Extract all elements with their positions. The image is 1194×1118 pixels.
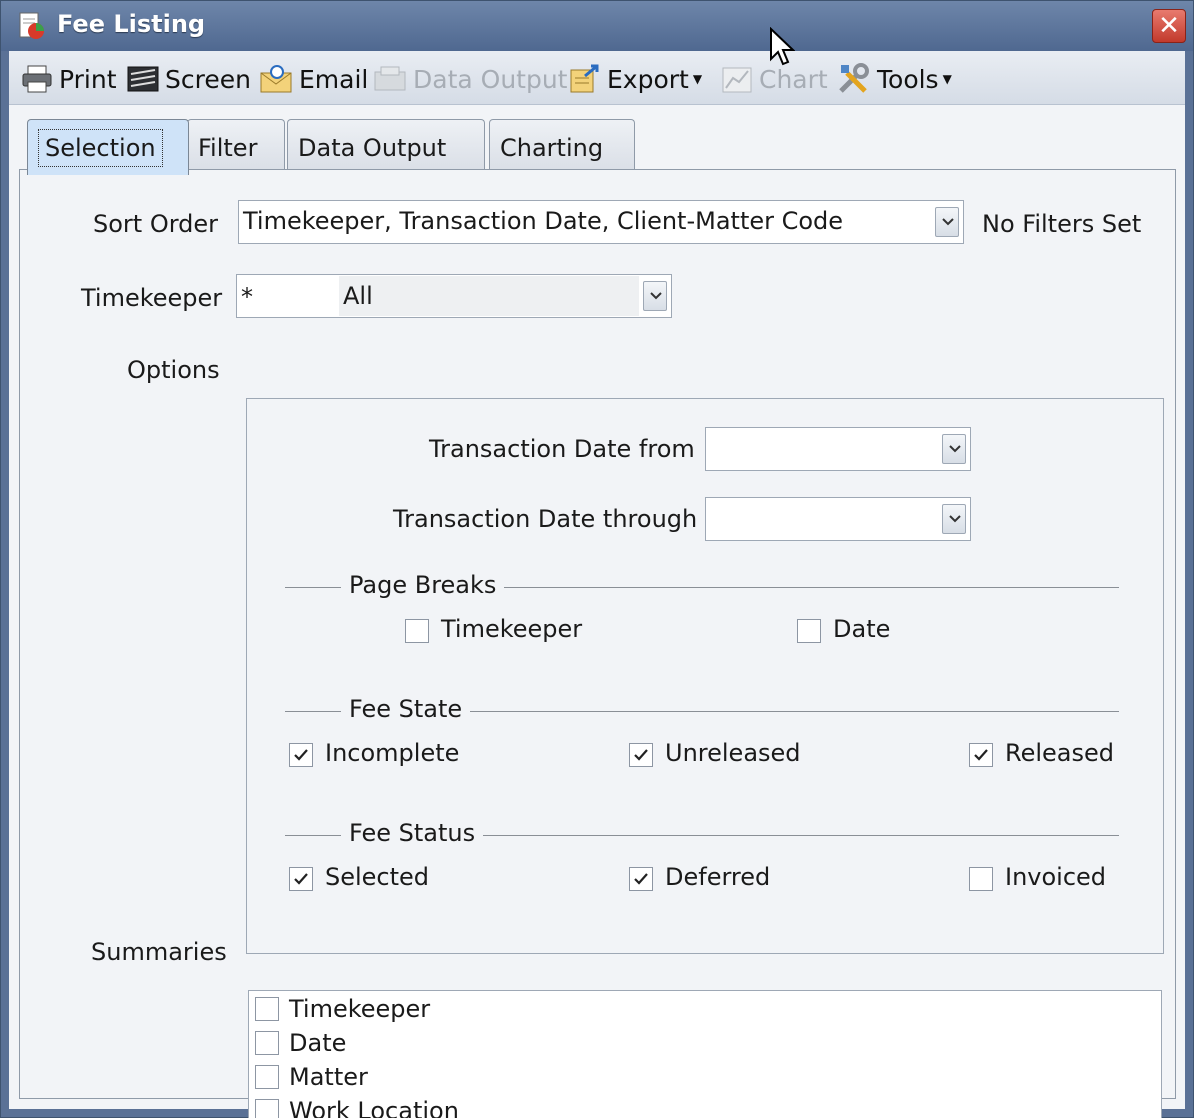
fee-status-invoiced-label: Invoiced xyxy=(1005,863,1107,891)
summary-timekeeper-checkbox[interactable] xyxy=(255,997,279,1021)
tab-selection-label: Selection xyxy=(38,129,163,167)
export-button[interactable]: Export ▼ xyxy=(569,61,702,97)
checkmark-icon xyxy=(634,749,648,761)
page-break-timekeeper-label: Timekeeper xyxy=(441,615,583,643)
checkmark-icon xyxy=(634,873,648,885)
fee-state-unreleased-label: Unreleased xyxy=(665,739,801,767)
sort-order-dropdown-button[interactable] xyxy=(935,207,959,237)
options-group: Transaction Date from Transaction Date t… xyxy=(246,398,1164,954)
timekeeper-name: All xyxy=(343,282,373,310)
options-label: Options xyxy=(127,356,220,384)
export-icon xyxy=(570,64,599,93)
tab-data-output-label: Data Output xyxy=(298,134,447,162)
timekeeper-combo[interactable]: * All xyxy=(236,274,672,318)
fee-state-released-label: Released xyxy=(1005,739,1115,767)
mouse-cursor-icon xyxy=(770,27,795,66)
tools-icon xyxy=(839,63,869,93)
tab-filter-label: Filter xyxy=(198,134,258,162)
sort-order-combo[interactable]: Timekeeper, Transaction Date, Client-Mat… xyxy=(238,200,964,244)
window-title: Fee Listing xyxy=(57,10,206,38)
fee-status-selected-label: Selected xyxy=(325,863,430,891)
fee-state-released-checkbox[interactable] xyxy=(969,743,993,767)
checkmark-icon xyxy=(294,873,308,885)
close-button[interactable]: ✕ xyxy=(1152,9,1186,43)
title-bar[interactable]: Fee Listing ✕ xyxy=(1,1,1193,51)
tab-data-output[interactable]: Data Output xyxy=(287,119,485,173)
fee-status-title: Fee Status xyxy=(341,819,484,847)
report-app-icon xyxy=(19,12,44,39)
toolbar: Print Screen Email Data Output Export ▼ … xyxy=(9,51,1185,105)
chevron-down-icon: ▼ xyxy=(942,72,952,86)
page-break-date-checkbox[interactable] xyxy=(797,619,821,643)
date-through-label: Transaction Date through xyxy=(393,505,698,533)
data-output-icon xyxy=(374,66,406,91)
fee-state-incomplete-label: Incomplete xyxy=(325,739,460,767)
sort-order-label: Sort Order xyxy=(93,210,219,238)
checkmark-icon xyxy=(294,749,308,761)
screen-icon xyxy=(127,66,159,92)
summaries-label: Summaries xyxy=(91,938,227,966)
chevron-down-icon xyxy=(949,445,961,453)
date-through-dropdown-button[interactable] xyxy=(942,504,966,534)
fee-status-invoiced-checkbox[interactable] xyxy=(969,867,993,891)
close-icon: ✕ xyxy=(1158,11,1180,41)
page-breaks-title: Page Breaks xyxy=(341,571,505,599)
date-through-combo[interactable] xyxy=(705,497,971,541)
email-button[interactable]: Email xyxy=(259,61,368,97)
screen-label: Screen xyxy=(165,64,251,94)
page-break-date-label: Date xyxy=(833,615,891,643)
timekeeper-name-field: All xyxy=(339,276,639,316)
timekeeper-code: * xyxy=(241,283,253,311)
chart-label: Chart xyxy=(759,64,828,94)
checkmark-icon xyxy=(974,749,988,761)
tools-button[interactable]: Tools ▼ xyxy=(837,61,952,97)
sort-order-value: Timekeeper, Transaction Date, Client-Mat… xyxy=(243,207,844,235)
date-from-label: Transaction Date from xyxy=(429,435,695,463)
screen-button[interactable]: Screen xyxy=(127,61,251,97)
timekeeper-dropdown-button[interactable] xyxy=(643,281,667,311)
page-break-timekeeper-checkbox[interactable] xyxy=(405,619,429,643)
tab-charting[interactable]: Charting xyxy=(489,119,635,173)
chevron-down-icon xyxy=(650,292,662,300)
fee-status-deferred-checkbox[interactable] xyxy=(629,867,653,891)
window-client-area: Print Screen Email Data Output Export ▼ … xyxy=(9,51,1185,1118)
summary-work-location-label: Work Location xyxy=(289,1097,459,1118)
date-from-combo[interactable] xyxy=(705,427,971,471)
data-output-button[interactable]: Data Output xyxy=(373,61,567,97)
filters-status: No Filters Set xyxy=(982,210,1142,238)
date-from-dropdown-button[interactable] xyxy=(942,434,966,464)
tab-filter[interactable]: Filter xyxy=(187,119,285,173)
tools-label: Tools xyxy=(877,64,939,94)
email-label: Email xyxy=(299,64,369,94)
chevron-down-icon xyxy=(942,218,954,226)
summary-matter-checkbox[interactable] xyxy=(255,1065,279,1089)
fee-status-deferred-label: Deferred xyxy=(665,863,771,891)
chevron-down-icon: ▼ xyxy=(692,72,703,86)
fee-status-selected-checkbox[interactable] xyxy=(289,867,313,891)
summary-date-label: Date xyxy=(289,1029,347,1057)
tab-selection[interactable]: Selection xyxy=(27,119,189,175)
selection-panel: Sort Order Timekeeper, Transaction Date,… xyxy=(19,169,1176,1118)
export-label: Export xyxy=(607,64,689,94)
fee-state-unreleased-checkbox[interactable] xyxy=(629,743,653,767)
summary-timekeeper-label: Timekeeper xyxy=(289,995,431,1023)
summary-matter-label: Matter xyxy=(289,1063,368,1091)
fee-state-incomplete-checkbox[interactable] xyxy=(289,743,313,767)
summaries-list: Timekeeper Date Matter Work Location xyxy=(248,990,1162,1118)
summary-date-checkbox[interactable] xyxy=(255,1031,279,1055)
email-icon xyxy=(260,65,292,93)
print-label: Print xyxy=(59,64,117,94)
printer-icon xyxy=(22,65,52,93)
chevron-down-icon xyxy=(949,515,961,523)
fee-listing-window: Fee Listing ✕ Print Screen Email Data Ou… xyxy=(0,0,1194,1118)
chart-icon xyxy=(722,67,752,93)
summary-work-location-checkbox[interactable] xyxy=(255,1099,279,1118)
fee-state-title: Fee State xyxy=(341,695,471,723)
print-button[interactable]: Print xyxy=(21,61,117,97)
data-output-label: Data Output xyxy=(413,64,568,94)
tab-charting-label: Charting xyxy=(500,134,604,162)
timekeeper-label: Timekeeper xyxy=(81,284,223,312)
